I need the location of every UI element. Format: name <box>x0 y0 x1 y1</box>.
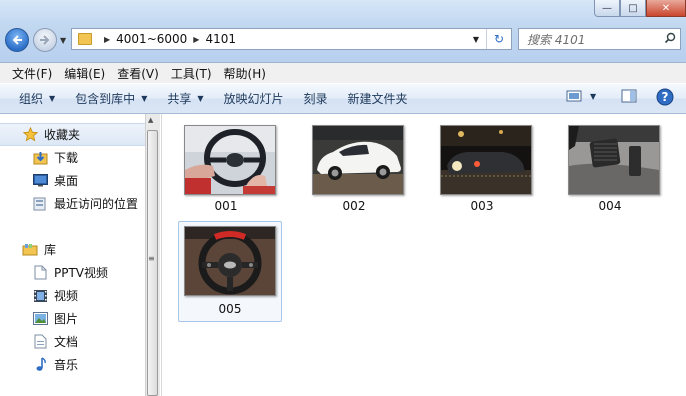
thumbnail-image <box>440 125 532 195</box>
chevron-down-icon: ▼ <box>590 91 597 101</box>
menu-edit[interactable]: 编辑(E) <box>58 65 111 82</box>
share-label: 共享 <box>167 92 192 106</box>
window-controls: — □ ✕ <box>594 0 686 17</box>
download-folder-icon <box>32 151 48 165</box>
file-name: 004 <box>598 199 622 213</box>
preview-pane-button[interactable] <box>621 89 637 103</box>
file-name: 002 <box>342 199 366 213</box>
file-name: 005 <box>218 302 242 316</box>
chevron-down-icon: ▼ <box>197 94 204 103</box>
scroll-up-arrow-icon[interactable]: ▲ <box>148 116 153 124</box>
back-button[interactable] <box>5 28 29 52</box>
address-bar[interactable]: ▶ 4001~6000 ▶ 4101 ▼ ↻ <box>71 28 512 50</box>
refresh-icon[interactable]: ↻ <box>486 29 511 49</box>
share-button[interactable]: 共享 ▼ <box>157 90 213 107</box>
nav-item-recent-places[interactable]: 最近访问的位置 <box>0 193 145 214</box>
search-input[interactable]: 搜索 4101 <box>518 28 681 50</box>
close-button[interactable]: ✕ <box>646 0 686 17</box>
chevron-down-icon: ▼ <box>49 94 56 103</box>
minimize-button[interactable]: — <box>594 0 620 17</box>
chevron-right-icon[interactable]: ▶ <box>193 35 199 44</box>
music-note-icon <box>32 357 48 372</box>
menu-file[interactable]: 文件(F) <box>0 65 58 82</box>
breadcrumb-current[interactable]: 4101 <box>205 32 236 46</box>
organize-button[interactable]: 组织 ▼ <box>0 90 65 107</box>
thumbnail-image <box>312 125 404 195</box>
desktop-icon <box>32 174 48 188</box>
nav-item-music[interactable]: 音乐 <box>0 354 145 375</box>
nav-item-label: 音乐 <box>54 358 79 372</box>
scroll-grip-icon: ≡ <box>148 254 155 263</box>
library-icon <box>22 243 38 257</box>
burn-button[interactable]: 刻录 <box>294 90 338 107</box>
nav-item-documents[interactable]: 文档 <box>0 331 145 352</box>
nav-item-pptv-video[interactable]: PPTV视频 <box>0 262 145 283</box>
svg-text:?: ? <box>662 90 669 104</box>
scroll-thumb[interactable] <box>147 130 158 396</box>
recent-pages-dropdown[interactable]: ▼ <box>60 36 66 45</box>
file-name: 001 <box>214 199 238 213</box>
nav-item-videos[interactable]: 视频 <box>0 285 145 306</box>
forward-button[interactable] <box>33 28 57 52</box>
nav-libraries-label: 库 <box>44 243 57 257</box>
chevron-right-icon[interactable]: ▶ <box>104 35 110 44</box>
nav-item-label: 下载 <box>54 151 79 165</box>
file-name: 003 <box>470 199 494 213</box>
command-bar: 组织 ▼ 包含到库中 ▼ 共享 ▼ 放映幻灯片 刻录 新建文件夹 ▼ ? <box>0 84 686 114</box>
nav-item-label: PPTV视频 <box>54 266 109 280</box>
menu-view[interactable]: 查看(V) <box>111 65 165 82</box>
recent-places-icon <box>32 197 48 211</box>
nav-item-label: 桌面 <box>54 174 79 188</box>
file-item[interactable]: 003 <box>430 115 534 216</box>
search-icon[interactable] <box>664 32 680 47</box>
nav-item-downloads[interactable]: 下载 <box>0 147 145 168</box>
star-icon <box>22 127 38 142</box>
change-view-button[interactable]: ▼ <box>566 89 596 103</box>
organize-label: 组织 <box>19 92 44 106</box>
forward-arrow-icon <box>40 35 50 45</box>
file-item[interactable]: 002 <box>302 115 406 216</box>
file-item[interactable]: 001 <box>174 115 278 216</box>
nav-item-label: 最近访问的位置 <box>54 197 139 211</box>
breadcrumb-parent[interactable]: 4001~6000 <box>116 32 187 46</box>
navigation-pane: 收藏夹 下载 桌面 最近访问的位置 库 PPTV视频 视频 图片 文档 音乐 <box>0 114 145 396</box>
pictures-icon <box>32 312 48 326</box>
nav-favorites[interactable]: 收藏夹 <box>0 123 145 146</box>
help-icon: ? <box>656 88 674 106</box>
thumbnail-image <box>568 125 660 195</box>
nav-item-label: 视频 <box>54 289 79 303</box>
chevron-down-icon: ▼ <box>141 94 148 103</box>
include-label: 包含到库中 <box>75 92 136 106</box>
title-bar: — □ ✕ ▼ ▶ 4001~6000 ▶ 4101 ▼ ↻ 搜索 4101 <box>0 0 686 63</box>
thumbnail-image <box>184 226 276 296</box>
document-icon <box>32 265 48 280</box>
help-button[interactable]: ? <box>656 88 674 106</box>
slideshow-button[interactable]: 放映幻灯片 <box>214 90 294 107</box>
address-dropdown[interactable]: ▼ <box>473 35 479 44</box>
video-film-icon <box>32 289 48 303</box>
file-list: 001 002 003 004 005 <box>161 114 686 396</box>
nav-item-pictures[interactable]: 图片 <box>0 308 145 329</box>
nav-scrollbar[interactable]: ▲ ≡ <box>145 114 160 396</box>
include-in-library-button[interactable]: 包含到库中 ▼ <box>65 90 157 107</box>
menu-tools[interactable]: 工具(T) <box>165 65 218 82</box>
folder-icon <box>78 33 92 45</box>
thumbnail-image <box>184 125 276 195</box>
new-folder-button[interactable]: 新建文件夹 <box>338 90 418 107</box>
menu-bar: 文件(F) 编辑(E) 查看(V) 工具(T) 帮助(H) <box>0 63 686 83</box>
view-icon <box>566 90 582 102</box>
file-item[interactable]: 004 <box>558 115 662 216</box>
search-placeholder: 搜索 4101 <box>527 32 586 47</box>
nav-item-label: 图片 <box>54 312 79 326</box>
maximize-button[interactable]: □ <box>620 0 646 17</box>
nav-item-desktop[interactable]: 桌面 <box>0 170 145 191</box>
nav-favorites-label: 收藏夹 <box>44 128 81 142</box>
nav-libraries[interactable]: 库 <box>0 239 145 260</box>
file-item-selected[interactable]: 005 <box>178 221 282 322</box>
nav-item-label: 文档 <box>54 335 79 349</box>
back-arrow-icon <box>12 35 22 45</box>
documents-icon <box>32 334 48 349</box>
preview-pane-icon <box>621 89 637 103</box>
menu-help[interactable]: 帮助(H) <box>218 65 272 82</box>
